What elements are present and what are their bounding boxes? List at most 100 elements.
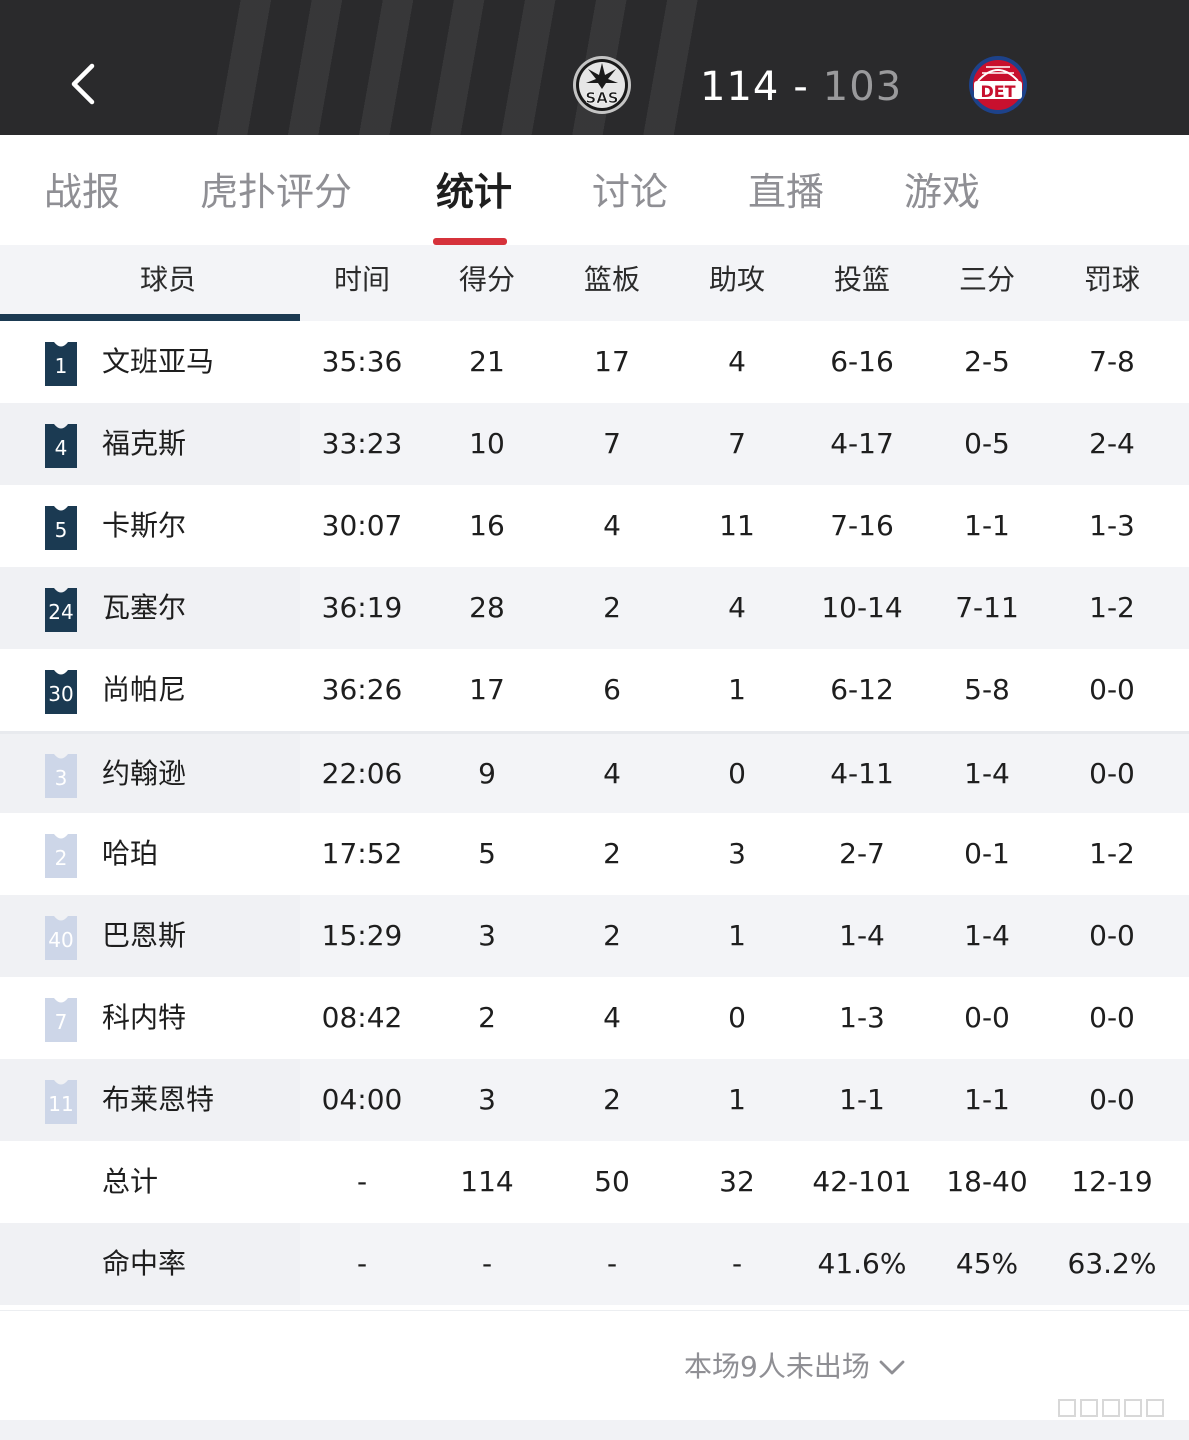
stat-rebounds: 4 xyxy=(603,757,621,790)
table-row[interactable]: 2 哈珀 17:52 5 2 3 2-7 0-1 1-2 xyxy=(0,813,1189,895)
stat-field-goals: 4-17 xyxy=(830,427,894,460)
table-row[interactable]: 5 卡斯尔 30:07 16 4 11 7-16 1-1 1-3 xyxy=(0,485,1189,567)
stat-rebounds: 7 xyxy=(603,427,621,460)
total-three-pointers: 18-40 xyxy=(946,1165,1028,1198)
stat-time: 17:52 xyxy=(321,837,403,870)
tab-discussion[interactable]: 讨论 xyxy=(592,167,668,217)
table-row[interactable]: 7 科内特 08:42 2 4 0 1-3 0-0 0-0 xyxy=(0,977,1189,1059)
col-rebounds[interactable]: 篮板 xyxy=(550,245,674,321)
stat-time: 36:19 xyxy=(321,591,403,624)
chevron-down-icon xyxy=(879,1360,905,1375)
away-team-logo[interactable]: DET xyxy=(968,55,1028,115)
home-team-logo[interactable]: SAS xyxy=(572,55,632,115)
player-name[interactable]: 卡斯尔 xyxy=(102,485,186,567)
stat-assists: 3 xyxy=(728,837,746,870)
player-name[interactable]: 福克斯 xyxy=(102,403,186,485)
player-name[interactable]: 约翰逊 xyxy=(102,734,186,813)
stat-points: 5 xyxy=(478,837,496,870)
col-points[interactable]: 得分 xyxy=(424,245,550,321)
col-free-throws[interactable]: 罚球 xyxy=(1050,245,1174,321)
col-player[interactable]: 球员 xyxy=(0,245,336,321)
stat-free-throws: 2-4 xyxy=(1089,427,1135,460)
player-name[interactable]: 科内特 xyxy=(102,977,186,1059)
stat-field-goals: 1-1 xyxy=(839,1083,885,1116)
svg-text:DET: DET xyxy=(980,82,1015,101)
stat-free-throws: 0-0 xyxy=(1089,757,1135,790)
pct-rebounds: - xyxy=(606,1247,618,1280)
table-row[interactable]: 30 尚帕尼 36:26 17 6 1 6-12 5-8 0-0 xyxy=(0,649,1189,731)
tab-hupu-rating[interactable]: 虎扑评分 xyxy=(200,167,352,217)
stat-field-goals: 1-3 xyxy=(839,1001,885,1034)
stat-free-throws: 0-0 xyxy=(1089,1001,1135,1034)
stat-three-pointers: 7-11 xyxy=(955,591,1019,624)
stat-assists: 1 xyxy=(728,1083,746,1116)
table-row[interactable]: 40 巴恩斯 15:29 3 2 1 1-4 1-4 0-0 xyxy=(0,895,1189,977)
stat-field-goals: 4-11 xyxy=(830,757,894,790)
pct-time: - xyxy=(356,1247,368,1280)
stat-assists: 1 xyxy=(728,919,746,952)
stats-table-header: 球员 时间 得分 篮板 助攻 投篮 三分 罚球 xyxy=(0,245,1189,321)
tab-games[interactable]: 游戏 xyxy=(904,167,980,217)
totals-label: 总计 xyxy=(102,1165,159,1198)
jersey-icon: 30 xyxy=(42,670,80,714)
stat-time: 04:00 xyxy=(321,1083,403,1116)
pct-assists: - xyxy=(731,1247,743,1280)
stat-time: 33:23 xyxy=(321,427,403,460)
jersey-icon: 11 xyxy=(42,1080,80,1124)
pct-field-goals: 41.6% xyxy=(817,1247,907,1280)
stat-field-goals: 6-12 xyxy=(830,673,894,706)
player-name[interactable]: 哈珀 xyxy=(102,813,158,895)
player-name[interactable]: 巴恩斯 xyxy=(102,895,186,977)
stat-free-throws: 7-8 xyxy=(1089,345,1135,378)
jersey-icon: 40 xyxy=(42,916,80,960)
table-footer: 本场9人未出场 xyxy=(0,1310,1189,1421)
table-row[interactable]: 11 布莱恩特 04:00 3 2 1 1-1 1-1 0-0 xyxy=(0,1059,1189,1141)
player-column-indicator xyxy=(0,314,300,321)
tab-stats[interactable]: 统计 xyxy=(436,167,512,217)
table-row[interactable]: 4 福克斯 33:23 10 7 7 4-17 0-5 2-4 xyxy=(0,403,1189,485)
stat-three-pointers: 1-4 xyxy=(964,757,1010,790)
active-tab-indicator xyxy=(433,238,507,245)
stat-points: 3 xyxy=(478,919,496,952)
percentage-row: 命中率 - - - - 41.6% 45% 63.2% xyxy=(0,1223,1189,1305)
table-row[interactable]: 1 文班亚马 35:36 21 17 4 6-16 2-5 7-8 xyxy=(0,321,1189,403)
player-name[interactable]: 尚帕尼 xyxy=(102,649,186,731)
player-name[interactable]: 瓦塞尔 xyxy=(102,567,186,649)
table-row[interactable]: 3 约翰逊 22:06 9 4 0 4-11 1-4 0-0 xyxy=(0,731,1189,813)
stat-points: 3 xyxy=(478,1083,496,1116)
pct-points: - xyxy=(481,1247,493,1280)
col-assists[interactable]: 助攻 xyxy=(674,245,800,321)
score-display: 114-103 xyxy=(700,62,902,112)
jersey-icon: 3 xyxy=(42,754,80,798)
player-name[interactable]: 布莱恩特 xyxy=(102,1059,214,1141)
total-points: 114 xyxy=(460,1165,514,1198)
stat-three-pointers: 0-1 xyxy=(964,837,1010,870)
stat-rebounds: 4 xyxy=(603,509,621,542)
player-name[interactable]: 文班亚马 xyxy=(102,321,214,403)
stat-time: 22:06 xyxy=(321,757,403,790)
stat-points: 21 xyxy=(469,345,505,378)
stat-time: 15:29 xyxy=(321,919,403,952)
totals-row: 总计 - 114 50 32 42-101 18-40 12-19 xyxy=(0,1141,1189,1223)
stat-rebounds: 2 xyxy=(603,837,621,870)
dnp-toggle[interactable]: 本场9人未出场 xyxy=(684,1347,906,1387)
stat-free-throws: 1-3 xyxy=(1089,509,1135,542)
col-time[interactable]: 时间 xyxy=(300,245,424,321)
away-score: 103 xyxy=(822,64,903,110)
col-field-goals[interactable]: 投篮 xyxy=(800,245,924,321)
game-header: SAS 114-103 DET xyxy=(0,0,1189,135)
stat-assists: 7 xyxy=(728,427,746,460)
jersey-icon: 2 xyxy=(42,834,80,878)
tab-report[interactable]: 战报 xyxy=(44,167,120,217)
stat-assists: 4 xyxy=(728,345,746,378)
tab-live[interactable]: 直播 xyxy=(748,167,824,217)
table-row[interactable]: 24 瓦塞尔 36:19 28 2 4 10-14 7-11 1-2 xyxy=(0,567,1189,649)
jersey-icon: 4 xyxy=(42,424,80,468)
back-button[interactable] xyxy=(60,58,106,110)
stat-rebounds: 2 xyxy=(603,1083,621,1116)
col-three-pointers[interactable]: 三分 xyxy=(924,245,1050,321)
stat-free-throws: 0-0 xyxy=(1089,1083,1135,1116)
jersey-icon: 7 xyxy=(42,998,80,1042)
chevron-left-icon xyxy=(71,63,95,105)
score-separator: - xyxy=(793,64,809,110)
